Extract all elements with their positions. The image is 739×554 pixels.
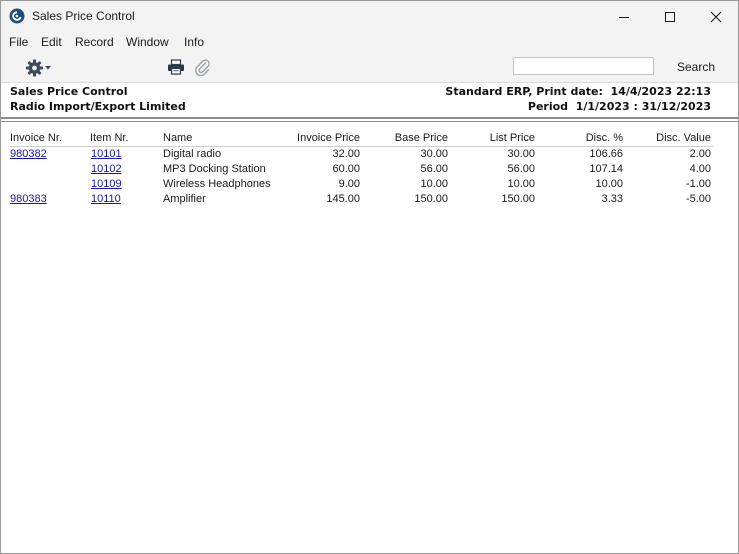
minimize-button[interactable] [601, 1, 647, 32]
invoice-price: 9.00 [338, 178, 360, 190]
printer-icon [168, 59, 184, 75]
disc-value: -5.00 [685, 193, 711, 205]
disc-pct: 10.00 [595, 178, 623, 190]
item-link[interactable]: 10110 [91, 193, 121, 205]
item-link[interactable]: 10102 [91, 163, 122, 175]
report-window: Sales Price Control File Edit Record Win… [0, 0, 739, 554]
list-price: 150.00 [501, 193, 535, 205]
col-header-base-price: Base Price [394, 132, 448, 144]
col-header-list-price: List Price [489, 132, 535, 144]
menu-file[interactable]: File [9, 35, 28, 49]
gear-icon [26, 59, 51, 77]
menu-info[interactable]: Info [184, 35, 204, 49]
paperclip-icon [195, 59, 210, 77]
menu-record[interactable]: Record [75, 35, 114, 49]
print-button[interactable] [167, 59, 185, 75]
list-price: 30.00 [507, 148, 535, 160]
period-line: Period 1/1/2023 : 31/12/2023 [527, 100, 711, 113]
app-logo-icon [9, 8, 25, 24]
col-header-disc-value: Disc. Value [656, 132, 711, 144]
col-header-disc-pct: Disc. % [585, 132, 623, 144]
print-date-line: Standard ERP, Print date: 14/4/2023 22:1… [445, 85, 711, 98]
col-header-name: Name [163, 132, 193, 144]
col-header-invoice: Invoice Nr. [10, 132, 62, 144]
menu-edit[interactable]: Edit [41, 35, 62, 49]
invoice-price: 60.00 [332, 163, 360, 175]
close-icon [710, 11, 722, 22]
minimize-icon [619, 16, 629, 18]
invoice-price: 32.00 [332, 148, 360, 160]
search-button[interactable]: Search [677, 60, 715, 74]
disc-pct: 3.33 [601, 193, 623, 205]
item-name: Digital radio [163, 148, 222, 160]
base-price: 56.00 [420, 163, 448, 175]
disc-pct: 106.66 [589, 148, 623, 160]
report-title: Sales Price Control [10, 85, 128, 98]
invoice-link[interactable]: 980382 [10, 148, 47, 160]
toolbar: Search [1, 52, 738, 83]
menu-window[interactable]: Window [126, 35, 169, 49]
maximize-button[interactable] [647, 1, 693, 32]
item-name: Amplifier [163, 193, 206, 205]
menu-bar: File Edit Record Window Info [1, 32, 738, 52]
base-price: 150.00 [414, 193, 448, 205]
list-price: 10.00 [507, 178, 535, 190]
base-price: 10.00 [420, 178, 448, 190]
invoice-price: 145.00 [326, 193, 360, 205]
close-button[interactable] [693, 1, 738, 32]
disc-value: -1.00 [685, 178, 711, 190]
company-name: Radio Import/Export Limited [10, 100, 186, 113]
disc-value: 2.00 [689, 148, 711, 160]
search-input[interactable] [513, 57, 654, 75]
operations-menu-button[interactable] [25, 58, 55, 78]
item-link[interactable]: 10101 [91, 148, 122, 160]
item-link[interactable]: 10109 [91, 178, 122, 190]
disc-pct: 107.14 [589, 163, 623, 175]
attachments-button[interactable] [194, 58, 210, 77]
list-price: 56.00 [507, 163, 535, 175]
title-bar: Sales Price Control [1, 1, 738, 32]
col-header-invoice-price: Invoice Price [297, 132, 360, 144]
window-title: Sales Price Control [32, 9, 135, 23]
header-divider-thin [1, 121, 738, 122]
invoice-link[interactable]: 980383 [10, 193, 47, 205]
col-header-item: Item Nr. [90, 132, 129, 144]
disc-value: 4.00 [689, 163, 711, 175]
maximize-icon [665, 11, 675, 22]
table-header-rule [10, 146, 713, 147]
item-name: MP3 Docking Station [163, 163, 266, 175]
item-name: Wireless Headphones [163, 178, 271, 190]
base-price: 30.00 [420, 148, 448, 160]
header-divider [1, 117, 738, 119]
